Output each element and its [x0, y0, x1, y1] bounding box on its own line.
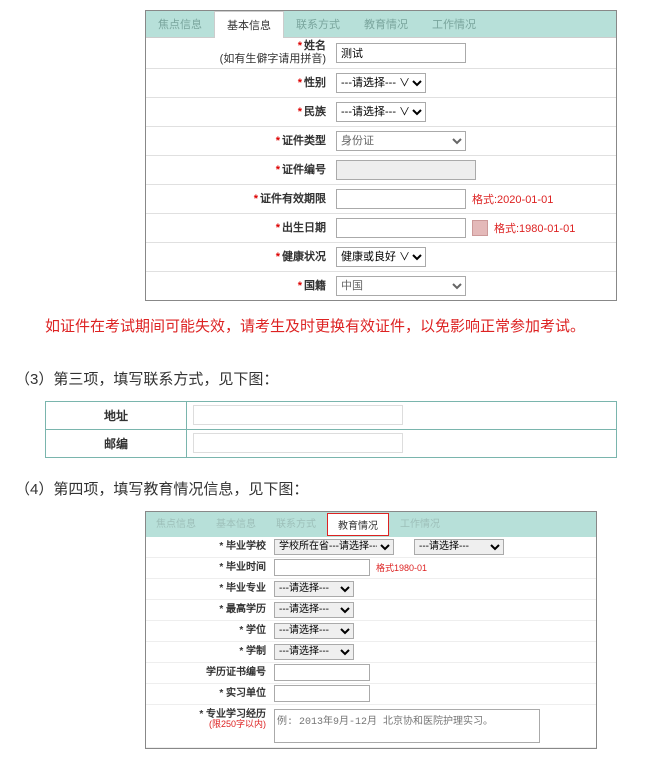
label-id-valid: 证件有效期限 — [260, 193, 326, 205]
school-select[interactable]: ---请选择--- — [414, 539, 504, 555]
basic-info-form: 焦点信息 基本信息 联系方式 教育情况 工作情况 *姓名 (如有生僻字请用拼音)… — [145, 10, 617, 301]
erow-degree: * 学位 ---请选择--- — [146, 621, 596, 642]
required-icon: * — [298, 40, 302, 52]
label-address: 地址 — [46, 402, 187, 429]
hdegree-select[interactable]: ---请选择--- — [274, 602, 354, 618]
label-health: 健康状况 — [282, 251, 326, 263]
tab-focus[interactable]: 焦点信息 — [146, 11, 214, 37]
tab-work[interactable]: 工作情况 — [420, 11, 488, 37]
school-province-select[interactable]: 学校所在省---请选择--- — [274, 539, 394, 555]
major-select[interactable]: ---请选择--- — [274, 581, 354, 597]
row-address: 地址 — [46, 402, 616, 430]
gradtime-input[interactable] — [274, 559, 370, 576]
step-4-text: （4）第四项，填写教育情况信息，见下图： — [15, 478, 639, 499]
erow-intern: * 实习单位 — [146, 684, 596, 705]
zip-input[interactable] — [193, 433, 403, 453]
address-input[interactable] — [193, 405, 403, 425]
name-input[interactable] — [336, 43, 466, 63]
gradtime-hint: 格式1980-01 — [376, 561, 427, 574]
elabel-hdegree: * 最高学历 — [146, 604, 274, 615]
calendar-icon[interactable] — [472, 220, 488, 236]
warning-text: 如证件在考试期间可能失效，请考生及时更换有效证件，以免影响正常参加考试。 — [15, 311, 639, 343]
label-gender: 性别 — [304, 77, 326, 89]
ethnic-select[interactable]: ---请选择--- ∨ — [336, 102, 426, 122]
country-select[interactable]: 中国 — [336, 276, 466, 296]
edu-tabs: 焦点信息 基本信息 联系方式 教育情况 工作情况 — [146, 512, 596, 537]
id-valid-hint: 格式:2020-01-01 — [472, 191, 553, 207]
elabel-cert: 学历证书编号 — [146, 667, 274, 678]
etab-contact[interactable]: 联系方式 — [266, 512, 326, 537]
exp-textarea[interactable] — [274, 709, 540, 743]
elabel-system: * 学制 — [146, 646, 274, 657]
tab-basic[interactable]: 基本信息 — [214, 11, 284, 38]
degree-select[interactable]: ---请选择--- — [274, 623, 354, 639]
id-no-input[interactable] — [336, 160, 476, 180]
erow-system: * 学制 ---请选择--- — [146, 642, 596, 663]
elabel-exp: * 专业学习经历 (限250字以内) — [146, 709, 274, 730]
step-3-text: （3）第三项，填写联系方式，见下图： — [15, 368, 639, 389]
health-select[interactable]: 健康或良好 ∨ — [336, 247, 426, 267]
row-name: *姓名 (如有生僻字请用拼音) — [146, 38, 616, 69]
erow-hdegree: * 最高学历 ---请选择--- — [146, 600, 596, 621]
elabel-school: * 毕业学校 — [146, 541, 274, 552]
label-ethnic: 民族 — [304, 106, 326, 118]
row-gender: *性别 ---请选择--- ∨ — [146, 69, 616, 98]
etab-basic[interactable]: 基本信息 — [206, 512, 266, 537]
label-country: 国籍 — [304, 280, 326, 292]
contact-form: 地址 邮编 — [45, 401, 617, 458]
birth-input[interactable] — [336, 218, 466, 238]
row-birth: *出生日期 格式:1980-01-01 — [146, 214, 616, 243]
row-zip: 邮编 — [46, 430, 616, 457]
label-birth: 出生日期 — [282, 222, 326, 234]
row-id-no: *证件编号 — [146, 156, 616, 185]
label-name: *姓名 (如有生僻字请用拼音) — [146, 40, 336, 66]
gender-select[interactable]: ---请选择--- ∨ — [336, 73, 426, 93]
system-select[interactable]: ---请选择--- — [274, 644, 354, 660]
id-valid-input[interactable] — [336, 189, 466, 209]
elabel-gradtime: * 毕业时间 — [146, 562, 274, 573]
id-type-select[interactable]: 身份证 — [336, 131, 466, 151]
erow-exp: * 专业学习经历 (限250字以内) — [146, 705, 596, 748]
elabel-major: * 毕业专业 — [146, 583, 274, 594]
cert-input[interactable] — [274, 664, 370, 681]
erow-major: * 毕业专业 ---请选择--- — [146, 579, 596, 600]
etab-education[interactable]: 教育情况 — [327, 513, 389, 536]
basic-tabs: 焦点信息 基本信息 联系方式 教育情况 工作情况 — [146, 11, 616, 38]
intern-input[interactable] — [274, 685, 370, 702]
label-zip: 邮编 — [46, 430, 187, 457]
row-country: *国籍 中国 — [146, 272, 616, 300]
elabel-degree: * 学位 — [146, 625, 274, 636]
etab-work[interactable]: 工作情况 — [390, 512, 450, 537]
label-id-type: 证件类型 — [282, 135, 326, 147]
erow-school: * 毕业学校 学校所在省---请选择--- ---请选择--- — [146, 537, 596, 558]
erow-cert: 学历证书编号 — [146, 663, 596, 684]
row-health: *健康状况 健康或良好 ∨ — [146, 243, 616, 272]
tab-contact[interactable]: 联系方式 — [284, 11, 352, 37]
row-ethnic: *民族 ---请选择--- ∨ — [146, 98, 616, 127]
label-id-no: 证件编号 — [282, 164, 326, 176]
row-id-type: *证件类型 身份证 — [146, 127, 616, 156]
erow-gradtime: * 毕业时间 格式1980-01 — [146, 558, 596, 579]
birth-hint: 格式:1980-01-01 — [494, 220, 575, 236]
tab-education[interactable]: 教育情况 — [352, 11, 420, 37]
education-form: 焦点信息 基本信息 联系方式 教育情况 工作情况 * 毕业学校 学校所在省---… — [145, 511, 597, 749]
row-id-valid: *证件有效期限 格式:2020-01-01 — [146, 185, 616, 214]
etab-focus[interactable]: 焦点信息 — [146, 512, 206, 537]
